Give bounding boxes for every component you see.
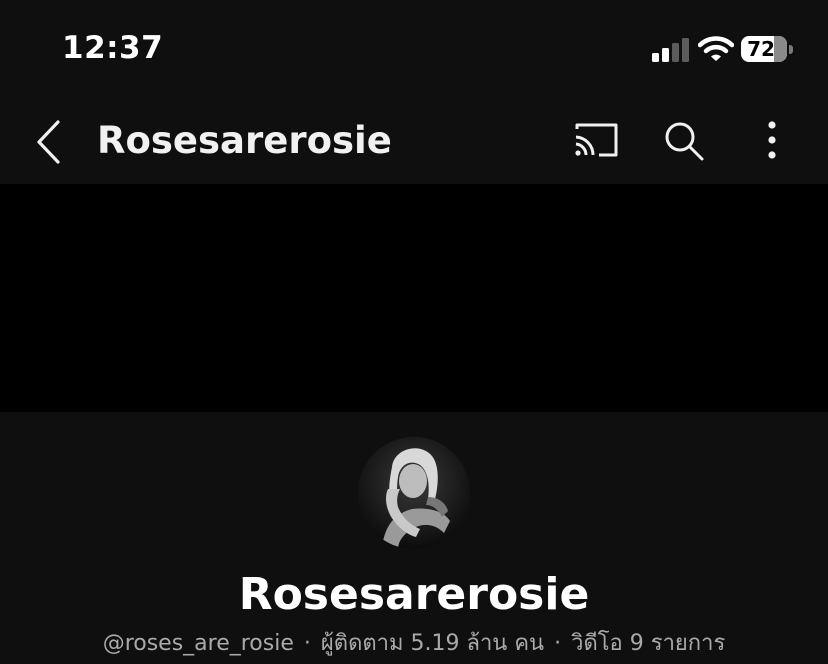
separator: ·	[303, 631, 311, 656]
subscriber-count: ผู้ติดตาม 5.19 ล้าน คน	[320, 631, 545, 656]
video-count: วิดีโอ 9 รายการ	[571, 631, 726, 656]
battery-level: 72	[747, 37, 775, 61]
cast-icon[interactable]	[573, 120, 619, 160]
search-icon[interactable]	[663, 120, 705, 162]
status-bar: 12:37 72	[0, 0, 828, 100]
more-vertical-icon[interactable]	[756, 120, 788, 162]
battery-body: 72	[741, 36, 787, 62]
status-time: 12:37	[62, 30, 164, 66]
cellular-signal-icon	[652, 38, 689, 62]
avatar-image	[358, 437, 470, 549]
battery-tip	[789, 45, 793, 54]
back-icon[interactable]	[30, 118, 70, 166]
separator: ·	[554, 631, 562, 656]
channel-banner	[0, 184, 828, 412]
channel-meta: @roses_are_rosie · ผู้ติดตาม 5.19 ล้าน คน ·…	[0, 625, 828, 660]
wifi-icon	[698, 36, 734, 61]
page-title: Rosesarerosie	[97, 119, 392, 162]
channel-name: Rosesarerosie	[238, 569, 590, 620]
channel-handle: @roses_are_rosie	[102, 631, 294, 656]
app-bar: Rosesarerosie	[0, 100, 828, 184]
battery-icon: 72	[741, 36, 793, 64]
channel-avatar[interactable]	[358, 437, 470, 549]
